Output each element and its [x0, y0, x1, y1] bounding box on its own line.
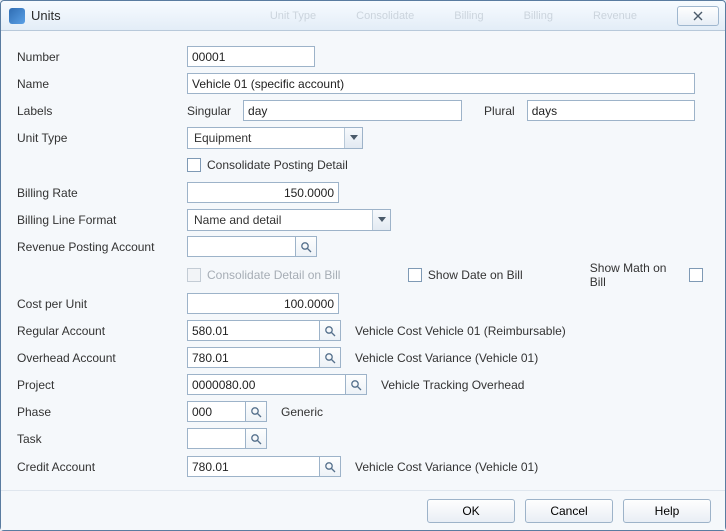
- app-icon: [9, 8, 25, 24]
- close-button[interactable]: [677, 6, 719, 26]
- singular-input[interactable]: [243, 100, 462, 121]
- regular-account-input[interactable]: [187, 320, 319, 341]
- overhead-account-input[interactable]: [187, 347, 319, 368]
- number-label: Number: [17, 50, 187, 64]
- task-lookup-button[interactable]: [245, 428, 267, 449]
- phase-label: Phase: [17, 405, 187, 419]
- credit-account-lookup-button[interactable]: [319, 456, 341, 477]
- billing-line-format-select[interactable]: Name and detail: [187, 209, 391, 231]
- consolidate-posting-label: Consolidate Posting Detail: [207, 158, 348, 172]
- revenue-posting-lookup-button[interactable]: [295, 236, 317, 257]
- chevron-down-icon: [372, 210, 390, 230]
- singular-label: Singular: [187, 104, 231, 118]
- search-icon: [324, 325, 336, 337]
- billing-line-format-label: Billing Line Format: [17, 213, 187, 227]
- search-icon: [250, 433, 262, 445]
- regular-account-label: Regular Account: [17, 324, 187, 338]
- revenue-posting-lookup: [187, 236, 317, 257]
- show-math-on-bill-label: Show Math on Bill: [590, 261, 684, 289]
- unit-type-select[interactable]: Equipment: [187, 127, 363, 149]
- close-icon: [692, 11, 704, 21]
- task-input[interactable]: [187, 428, 245, 449]
- cancel-button[interactable]: Cancel: [525, 499, 613, 523]
- overhead-account-desc: Vehicle Cost Variance (Vehicle 01): [355, 351, 538, 365]
- phase-input[interactable]: [187, 401, 245, 422]
- phase-lookup-button[interactable]: [245, 401, 267, 422]
- show-date-on-bill-label: Show Date on Bill: [428, 268, 523, 282]
- billing-rate-label: Billing Rate: [17, 186, 187, 200]
- client-area: Number Name Labels Singular Plural Unit: [1, 31, 725, 490]
- name-label: Name: [17, 77, 187, 91]
- search-icon: [250, 406, 262, 418]
- phase-desc: Generic: [281, 405, 323, 419]
- plural-label: Plural: [484, 104, 515, 118]
- project-desc: Vehicle Tracking Overhead: [381, 378, 524, 392]
- revenue-posting-input[interactable]: [187, 236, 295, 257]
- consolidate-posting-checkbox[interactable]: [187, 158, 201, 172]
- overhead-account-label: Overhead Account: [17, 351, 187, 365]
- credit-account-label: Credit Account: [17, 460, 187, 474]
- dialog-footer: OK Cancel Help: [1, 490, 725, 530]
- number-input[interactable]: [187, 46, 315, 67]
- chevron-down-icon: [344, 128, 362, 148]
- task-label: Task: [17, 432, 187, 446]
- regular-account-desc: Vehicle Cost Vehicle 01 (Reimbursable): [355, 324, 566, 338]
- project-input[interactable]: [187, 374, 345, 395]
- credit-account-desc: Vehicle Cost Variance (Vehicle 01): [355, 460, 538, 474]
- window-title: Units: [31, 8, 270, 23]
- name-input[interactable]: [187, 73, 695, 94]
- search-icon: [324, 461, 336, 473]
- overhead-account-lookup-button[interactable]: [319, 347, 341, 368]
- consolidate-detail-on-bill-checkbox: [187, 268, 201, 282]
- show-math-on-bill-checkbox[interactable]: [689, 268, 703, 282]
- show-date-on-bill-checkbox[interactable]: [408, 268, 422, 282]
- search-icon: [324, 352, 336, 364]
- regular-account-lookup-button[interactable]: [319, 320, 341, 341]
- search-icon: [300, 241, 312, 253]
- billing-rate-input[interactable]: [187, 182, 339, 203]
- labels-label: Labels: [17, 104, 187, 118]
- background-tabs: Unit Type Consolidate Billing Billing Re…: [270, 10, 637, 22]
- revenue-posting-label: Revenue Posting Account: [17, 240, 187, 254]
- project-label: Project: [17, 378, 187, 392]
- unit-type-label: Unit Type: [17, 131, 187, 145]
- units-dialog: Units Unit Type Consolidate Billing Bill…: [0, 0, 726, 531]
- plural-input[interactable]: [527, 100, 695, 121]
- help-button[interactable]: Help: [623, 499, 711, 523]
- project-lookup-button[interactable]: [345, 374, 367, 395]
- credit-account-input[interactable]: [187, 456, 319, 477]
- cost-per-unit-label: Cost per Unit: [17, 297, 187, 311]
- consolidate-detail-on-bill-label: Consolidate Detail on Bill: [207, 268, 340, 282]
- cost-per-unit-input[interactable]: [187, 293, 339, 314]
- titlebar: Units Unit Type Consolidate Billing Bill…: [1, 1, 725, 31]
- search-icon: [350, 379, 362, 391]
- ok-button[interactable]: OK: [427, 499, 515, 523]
